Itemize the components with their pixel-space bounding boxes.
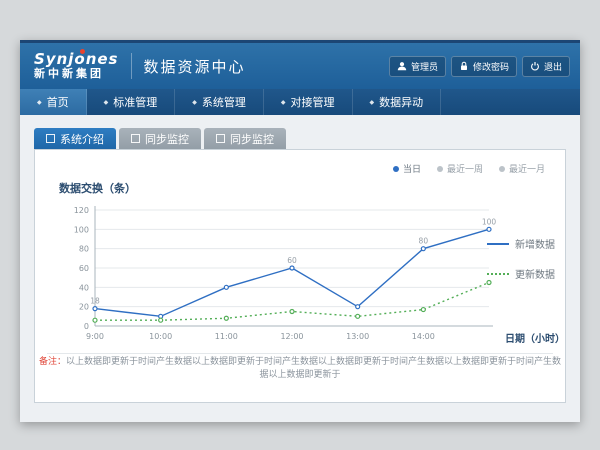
- nav-diamond-icon: ◆: [192, 99, 197, 106]
- nav-item-data-change[interactable]: ◆ 数据异动: [353, 89, 442, 115]
- company-logo: Synjones 新中新集团: [34, 51, 119, 81]
- power-icon: [530, 61, 540, 71]
- grid-icon: [46, 134, 55, 143]
- svg-text:100: 100: [74, 225, 89, 234]
- data-exchange-line-chart: 0 20 40 60 80 100 120 9:00 10:00 11:00 12:00 13:00 1…: [63, 200, 503, 350]
- svg-text:20: 20: [79, 303, 89, 312]
- green-dotted-line-sample-icon: [487, 273, 509, 275]
- chart-panel: 当日 最近一周 最近一月 数据交换（条） 0 20 40 60 80 100 120 9:00…: [34, 149, 566, 403]
- change-password-button[interactable]: 修改密码: [451, 56, 517, 77]
- legend-label: 更新数据: [515, 266, 555, 281]
- radio-dot-icon: [393, 166, 399, 172]
- header-divider: [131, 53, 132, 79]
- footnote: 备注：以上数据即更新于时间产生数据以上数据即更新于时间产生数据以上数据即更新于时…: [35, 354, 565, 380]
- time-range-filter: 当日 最近一周 最近一月: [393, 162, 545, 175]
- svg-text:80: 80: [419, 237, 429, 246]
- change-password-label: 修改密码: [473, 60, 509, 73]
- chart-x-axis-title: 日期（小时）: [505, 330, 565, 345]
- logo-subtext: 新中新集团: [34, 68, 119, 81]
- svg-text:0: 0: [84, 322, 89, 331]
- tab-label: 同步监控: [145, 131, 189, 147]
- chart-y-axis-title: 数据交换（条）: [59, 180, 136, 196]
- nav-item-label: 首页: [47, 94, 69, 110]
- logo-text: Synjones: [34, 51, 119, 68]
- footnote-text: 以上数据即更新于时间产生数据以上数据即更新于时间产生数据以上数据即更新于时间产生…: [66, 357, 561, 380]
- main-nav: ◆ 首页 ◆ 标准管理 ◆ 系统管理 ◆ 对接管理 ◆ 数据异动: [20, 89, 580, 115]
- filter-label: 当日: [403, 162, 421, 175]
- svg-text:13:00: 13:00: [346, 332, 369, 341]
- user-icon: [397, 61, 407, 71]
- filter-today[interactable]: 当日: [393, 162, 421, 175]
- nav-item-standard-mgmt[interactable]: ◆ 标准管理: [87, 89, 176, 115]
- radio-dot-icon: [437, 166, 443, 172]
- legend-label: 新增数据: [515, 236, 555, 251]
- nav-diamond-icon: ◆: [370, 99, 375, 106]
- svg-text:100: 100: [482, 217, 497, 226]
- svg-text:80: 80: [79, 245, 89, 254]
- filter-label: 最近一月: [509, 162, 545, 175]
- logout-button[interactable]: 退出: [522, 56, 570, 77]
- nav-item-connect-mgmt[interactable]: ◆ 对接管理: [264, 89, 353, 115]
- svg-text:9:00: 9:00: [86, 332, 104, 341]
- tab-bar: 系统介绍 同步监控 同步监控: [20, 115, 580, 149]
- nav-item-label: 数据异动: [379, 94, 423, 110]
- filter-last-week[interactable]: 最近一周: [437, 162, 483, 175]
- svg-text:14:00: 14:00: [412, 332, 435, 341]
- tab-sync-monitor-2[interactable]: 同步监控: [204, 128, 286, 149]
- svg-text:120: 120: [74, 206, 89, 215]
- grid-icon: [216, 134, 225, 143]
- logout-label: 退出: [544, 60, 562, 73]
- nav-item-home[interactable]: ◆ 首页: [20, 89, 87, 115]
- nav-item-label: 对接管理: [291, 94, 335, 110]
- nav-diamond-icon: ◆: [104, 99, 109, 106]
- svg-text:11:00: 11:00: [215, 332, 238, 341]
- tab-system-intro[interactable]: 系统介绍: [34, 128, 116, 149]
- grid-icon: [131, 134, 140, 143]
- footnote-label: 备注：: [39, 357, 66, 367]
- content-area: 系统介绍 同步监控 同步监控 当日 最近一周: [20, 115, 580, 422]
- filter-last-month[interactable]: 最近一月: [499, 162, 545, 175]
- admin-user-label: 管理员: [411, 60, 438, 73]
- admin-user-button[interactable]: 管理员: [389, 56, 446, 77]
- nav-diamond-icon: ◆: [281, 99, 286, 106]
- tab-label: 系统介绍: [60, 131, 104, 147]
- svg-text:40: 40: [79, 283, 89, 292]
- svg-text:10:00: 10:00: [149, 332, 172, 341]
- svg-text:60: 60: [287, 256, 297, 265]
- lock-icon: [459, 61, 469, 71]
- app-title: 数据资源中心: [144, 56, 246, 77]
- nav-item-system-mgmt[interactable]: ◆ 系统管理: [175, 89, 264, 115]
- svg-text:12:00: 12:00: [280, 332, 303, 341]
- app-header: Synjones 新中新集团 数据资源中心 管理员 修改密码: [20, 40, 580, 89]
- tab-label: 同步监控: [230, 131, 274, 147]
- tab-sync-monitor-1[interactable]: 同步监控: [119, 128, 201, 149]
- header-actions: 管理员 修改密码 退出: [389, 43, 570, 89]
- series-legend: 新增数据 更新数据: [487, 236, 555, 281]
- blue-line-sample-icon: [487, 243, 509, 245]
- nav-item-label: 标准管理: [113, 94, 157, 110]
- filter-label: 最近一周: [447, 162, 483, 175]
- svg-text:18: 18: [90, 297, 100, 306]
- legend-updated-data: 更新数据: [487, 266, 555, 281]
- radio-dot-icon: [499, 166, 505, 172]
- legend-new-data: 新增数据: [487, 236, 555, 251]
- nav-item-label: 系统管理: [202, 94, 246, 110]
- svg-text:60: 60: [79, 264, 89, 273]
- nav-diamond-icon: ◆: [37, 99, 42, 106]
- app-window: Synjones 新中新集团 数据资源中心 管理员 修改密码: [20, 40, 580, 422]
